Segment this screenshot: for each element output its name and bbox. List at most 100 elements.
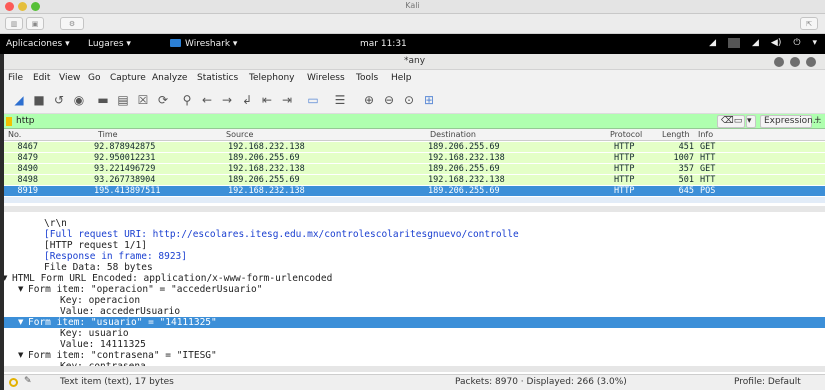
zoom-out-icon[interactable]: ⊖ <box>382 93 396 107</box>
packet-row-partial[interactable] <box>4 197 825 203</box>
last-packet-icon[interactable]: ⇥ <box>280 93 294 107</box>
restart-capture-icon[interactable]: ↺ <box>52 93 66 107</box>
col-destination[interactable]: Destination <box>430 130 476 139</box>
find-icon[interactable]: ⚲ <box>180 93 194 107</box>
col-length[interactable]: Length <box>662 130 690 139</box>
wifi-icon[interactable]: ◢ <box>752 38 759 48</box>
minimize-icon[interactable] <box>774 57 784 67</box>
col-source[interactable]: Source <box>226 130 253 139</box>
edit-comment-icon[interactable]: ✎ <box>24 376 32 386</box>
reload-icon[interactable]: ⟳ <box>156 93 170 107</box>
expand-arrow-icon[interactable]: ▼ <box>4 273 7 284</box>
snapshot-icon[interactable]: ▣ <box>26 17 44 30</box>
detail-line[interactable]: ▼ Form item: "operacion" = "accederUsuari… <box>4 284 825 295</box>
menu-view[interactable]: View <box>59 73 80 83</box>
packet-row[interactable]: 8498 93.267738904 189.206.255.69 192.168.23… <box>4 175 825 185</box>
workspace-icon[interactable] <box>727 38 740 48</box>
forward-icon[interactable]: → <box>220 93 234 107</box>
expert-info-icon[interactable] <box>9 378 18 387</box>
applications-menu[interactable]: Aplicaciones ▾ <box>6 39 70 49</box>
packet-row[interactable]: 8479 92.950012231 189.206.255.69 192.168.23… <box>4 153 825 163</box>
expand-arrow-icon[interactable]: ▼ <box>18 284 23 295</box>
menu-capture[interactable]: Capture <box>110 73 146 83</box>
col-info[interactable]: Info <box>698 130 713 139</box>
menu-statistics[interactable]: Statistics <box>197 73 238 83</box>
detail-text: [Full request URI: http://escolares.ites… <box>44 229 519 240</box>
menu-file[interactable]: File <box>8 73 23 83</box>
col-time[interactable]: Time <box>98 130 118 139</box>
normal-size-icon[interactable]: ⊙ <box>402 93 416 107</box>
add-filter-button[interactable]: + <box>814 115 824 128</box>
colorize-icon[interactable]: ☰ <box>330 93 350 107</box>
details-scrollbar[interactable] <box>4 366 825 372</box>
packet-row[interactable]: 8490 93.221496729 192.168.232.138 189.206.2… <box>4 164 825 174</box>
detail-text: Value: accederUsuario <box>60 306 181 317</box>
detail-line[interactable]: [Full request URI: http://escolares.ites… <box>4 229 825 240</box>
detail-line[interactable]: ▼ Form item: "contrasena" = "ITESG" <box>4 350 825 361</box>
settings-icon[interactable]: ⚙ <box>60 17 84 30</box>
detail-line[interactable]: Value: accederUsuario <box>4 306 825 317</box>
detail-line[interactable]: ▼ HTML Form URL Encoded: application/x-ww… <box>4 273 825 284</box>
packet-cell-info: GET <box>700 142 716 152</box>
detail-line[interactable]: File Data: 58 bytes <box>4 262 825 273</box>
view-icon[interactable]: ▥ <box>5 17 23 30</box>
filter-history-chevron-icon[interactable]: ▾ <box>746 115 756 128</box>
packet-cell-time: 93.221496729 <box>94 164 156 174</box>
save-file-icon[interactable]: ▤ <box>116 93 130 107</box>
packet-list-scrollbar[interactable] <box>4 206 825 212</box>
menu-help[interactable]: Help <box>391 73 412 83</box>
zoom-in-icon[interactable]: ⊕ <box>362 93 376 107</box>
chevron-down-icon[interactable]: ▾ <box>812 38 817 48</box>
packet-cell-protocol: HTTP <box>614 153 635 163</box>
bookmark-icon[interactable] <box>6 117 12 126</box>
detail-line[interactable]: [Response in frame: 8923] <box>4 251 825 262</box>
col-protocol[interactable]: Protocol <box>610 130 642 139</box>
stop-capture-icon[interactable]: ■ <box>32 93 46 107</box>
detail-line[interactable]: ▼ Form item: "usuario" = "14111325" <box>4 317 825 328</box>
status-profile[interactable]: Profile: Default <box>734 377 801 387</box>
detail-line[interactable]: Key: usuario <box>4 328 825 339</box>
maximize-icon[interactable] <box>790 57 800 67</box>
col-no[interactable]: No. <box>8 130 21 139</box>
packet-row[interactable]: 8467 92.878942875 192.168.232.138 189.206.2… <box>4 142 825 152</box>
network-icon[interactable]: ◢ <box>709 38 716 48</box>
display-filter-input[interactable]: http <box>16 116 34 126</box>
expand-arrow-icon[interactable]: ▼ <box>18 350 23 361</box>
menu-tools[interactable]: Tools <box>356 73 378 83</box>
detail-line[interactable]: Key: operacion <box>4 295 825 306</box>
power-icon[interactable]: ⏻ <box>793 38 800 48</box>
open-file-icon[interactable]: ▬ <box>96 93 110 107</box>
clear-filter-icon[interactable]: ⌫▭ <box>717 115 745 128</box>
packet-cell-no: 8498 <box>17 175 38 185</box>
autoscroll-icon[interactable]: ▭ <box>302 93 324 107</box>
menu-edit[interactable]: Edit <box>33 73 50 83</box>
go-to-packet-icon[interactable]: ↲ <box>240 93 254 107</box>
detail-line[interactable]: \r\n <box>4 218 825 229</box>
menu-go[interactable]: Go <box>88 73 100 83</box>
capture-options-icon[interactable]: ◉ <box>72 93 86 107</box>
close-file-icon[interactable]: ☒ <box>136 93 150 107</box>
menu-telephony[interactable]: Telephony <box>249 73 295 83</box>
packet-cell-protocol: HTTP <box>614 186 635 196</box>
wireshark-window: *any File Edit View Go Capture Analyze S… <box>4 54 825 390</box>
places-menu[interactable]: Lugares ▾ <box>88 39 131 49</box>
host-titlebar: Kali <box>0 0 825 14</box>
clock[interactable]: mar 11:31 <box>360 39 407 49</box>
app-menu[interactable]: Wireshark ▾ <box>170 39 237 49</box>
resize-columns-icon[interactable]: ⊞ <box>422 93 436 107</box>
expression-button[interactable]: Expression... <box>760 115 821 128</box>
packet-row[interactable]: 8919 195.413897511 192.168.232.138 189.206.… <box>4 186 825 196</box>
start-capture-icon[interactable]: ◢ <box>12 93 26 107</box>
volume-icon[interactable]: ◀) <box>771 38 781 48</box>
menu-wireless[interactable]: Wireless <box>307 73 345 83</box>
detail-text: Form item: "operacion" = "accederUsuario… <box>28 284 263 295</box>
back-icon[interactable]: ← <box>200 93 214 107</box>
close-icon[interactable] <box>806 57 816 67</box>
first-packet-icon[interactable]: ⇤ <box>260 93 274 107</box>
menu-analyze[interactable]: Analyze <box>152 73 187 83</box>
share-icon[interactable]: ⇱ <box>800 17 818 30</box>
detail-line[interactable]: Value: 14111325 <box>4 339 825 350</box>
display-filter-bar[interactable]: http ⌫▭ ▾ Expression... + <box>4 114 825 129</box>
expand-arrow-icon[interactable]: ▼ <box>18 317 23 328</box>
detail-line[interactable]: [HTTP request 1/1] <box>4 240 825 251</box>
